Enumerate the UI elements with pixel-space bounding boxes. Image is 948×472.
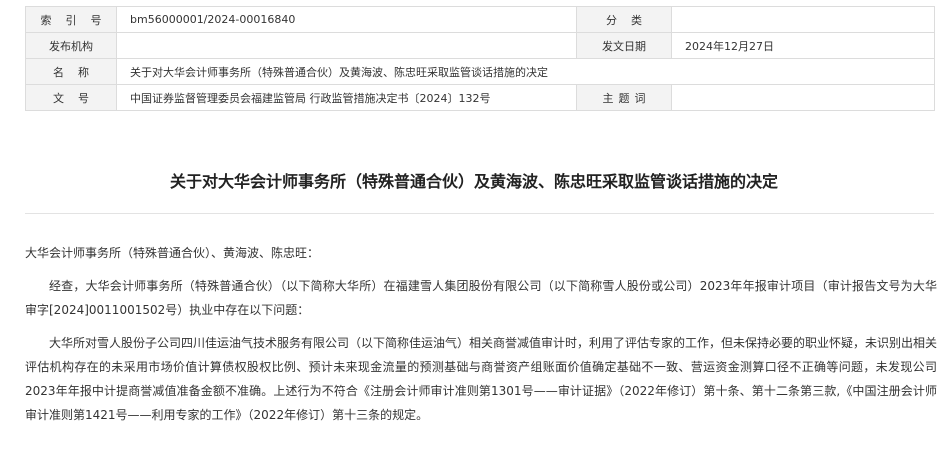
issuer-label: 发布机构: [25, 32, 117, 59]
name-label: 名称: [25, 58, 117, 85]
meta-row-name: 名称 关于对大华会计师事务所（特殊普通合伙）及黄海波、陈忠旺采取监管谈话措施的决…: [25, 58, 935, 85]
document-body: 大华会计师事务所（特殊普通合伙）、黄海波、陈忠旺： 经查，大华会计师事务所（特殊…: [25, 241, 937, 436]
docno-label: 文号: [25, 84, 117, 111]
document-title: 关于对大华会计师事务所（特殊普通合伙）及黄海波、陈忠旺采取监管谈话措施的决定: [169, 172, 778, 191]
subject-label: 主题词: [576, 84, 672, 111]
paragraph-findings-detail: 大华所对雪人股份子公司四川佳运油气技术服务有限公司（以下简称佳运油气）相关商誉减…: [25, 336, 938, 422]
name-value: 关于对大华会计师事务所（特殊普通合伙）及黄海波、陈忠旺采取监管谈话措施的决定: [116, 58, 935, 85]
subject-value: [671, 84, 935, 111]
date-value: 2024年12月27日: [671, 32, 935, 59]
index-label: 索引号: [25, 6, 117, 33]
meta-row-index: 索引号 bm56000001/2024-00016840 分类: [25, 6, 935, 33]
date-label: 发文日期: [576, 32, 672, 59]
category-label: 分类: [576, 6, 672, 33]
paragraph-findings-intro: 经查，大华会计师事务所（特殊普通合伙）（以下简称大华所）在福建雪人集团股份有限公…: [25, 279, 937, 317]
category-value: [671, 6, 935, 33]
meta-row-issuer: 发布机构 发文日期 2024年12月27日: [25, 32, 935, 59]
meta-row-docno: 文号 中国证券监督管理委员会福建监管局 行政监管措施决定书〔2024〕132号 …: [25, 84, 935, 111]
index-value: bm56000001/2024-00016840: [116, 6, 577, 33]
salutation: 大华会计师事务所（特殊普通合伙）、黄海波、陈忠旺：: [25, 246, 320, 260]
docno-value: 中国证券监督管理委员会福建监管局 行政监管措施决定书〔2024〕132号: [116, 84, 577, 111]
title-divider: [25, 213, 934, 214]
issuer-value: [116, 32, 577, 59]
document-meta-table: 索引号 bm56000001/2024-00016840 分类 发布机构 发文日…: [25, 6, 935, 111]
